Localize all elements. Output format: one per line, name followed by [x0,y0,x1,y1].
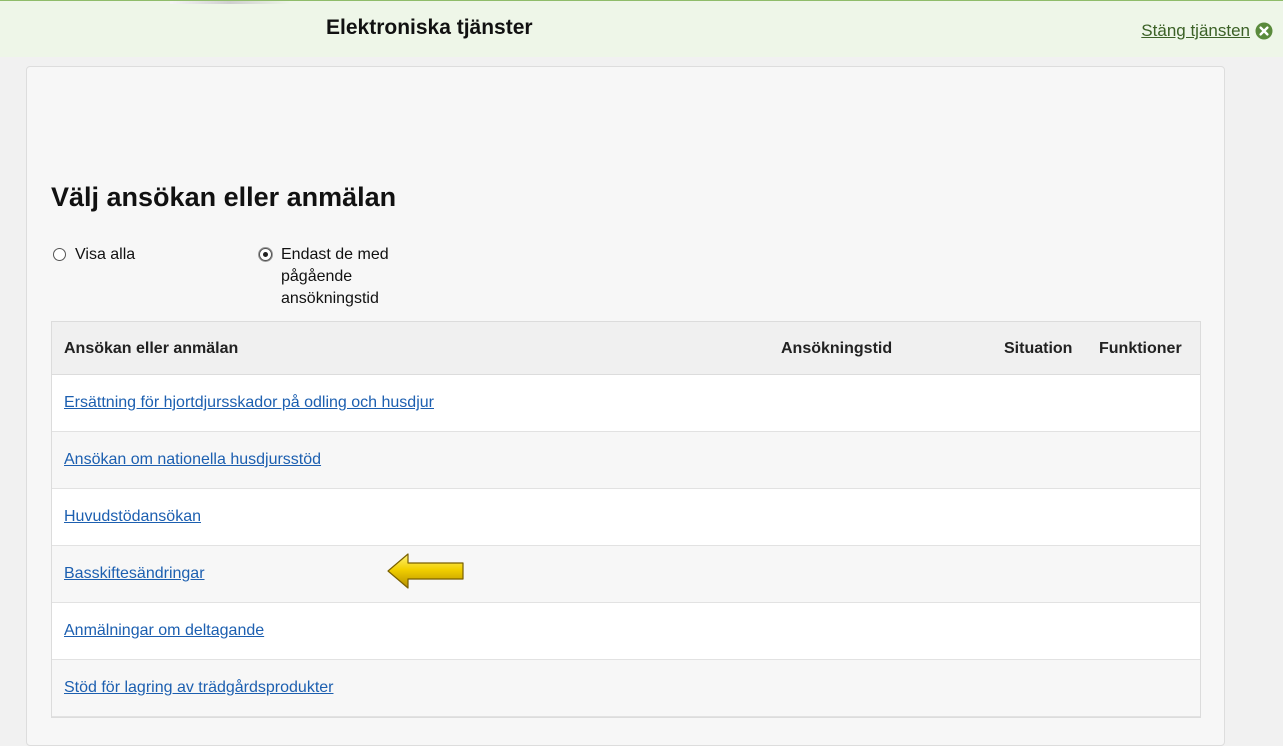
table-row: Huvudstödansökan [52,489,1200,546]
table-row: Ansökan om nationella husdjursstöd [52,432,1200,489]
application-link[interactable]: Ansökan om nationella husdjursstöd [64,451,321,469]
applications-table: Ansökan eller anmälan Ansökningstid Situ… [51,321,1201,718]
column-header-functions: Funktioner [1099,340,1182,357]
application-link[interactable]: Basskiftesändringar [64,565,205,583]
close-service-link[interactable]: Stäng tjänsten [1141,21,1273,41]
table-header: Ansökan eller anmälan Ansökningstid Situ… [52,322,1200,375]
close-service-label[interactable]: Stäng tjänsten [1141,21,1250,41]
application-link[interactable]: Anmälningar om deltagande [64,622,264,640]
app-title: Elektroniska tjänster [326,16,533,39]
filter-show-all-label[interactable]: Visa alla [75,244,135,266]
radio-show-all[interactable] [53,248,66,261]
application-link[interactable]: Huvudstödansökan [64,508,201,526]
page-title: Välj ansökan eller anmälan [51,182,397,212]
filter-show-all[interactable]: Visa alla [53,244,135,266]
table-row: Anmälningar om deltagande [52,603,1200,660]
application-link[interactable]: Ersättning för hjortdjursskador på odlin… [64,394,434,412]
filter-ongoing-only-label[interactable]: Endast de med pågående ansökningstid [281,244,411,310]
top-bar: Elektroniska tjänster Stäng tjänsten [0,0,1283,57]
application-link[interactable]: Stöd för lagring av trädgårdsprodukter [64,679,333,697]
table-row: Basskiftesändringar [52,546,1200,603]
filter-ongoing-only[interactable]: Endast de med pågående ansökningstid [259,244,411,310]
column-header-situation: Situation [1004,340,1073,357]
header-decoration [170,1,290,4]
table-row: Stöd för lagring av trädgårdsprodukter [52,660,1200,717]
radio-ongoing-only[interactable] [259,248,272,261]
column-header-application: Ansökan eller anmälan [64,340,239,357]
table-row: Ersättning för hjortdjursskador på odlin… [52,375,1200,432]
close-circle-icon[interactable] [1255,22,1273,40]
column-header-period: Ansökningstid [781,340,893,357]
yellow-arrow-left-icon [387,553,464,589]
